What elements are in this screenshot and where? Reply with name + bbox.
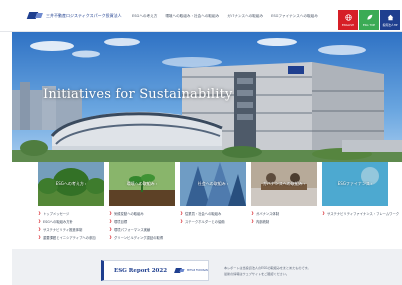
arrow-right-icon: ❯ xyxy=(109,235,113,239)
hero-banner: Initiatives for Sustainability xyxy=(12,32,402,162)
site-header: 三井不動産ロジスティクスパーク投資法人 ESGへの考え方 環境への取組み・社会へ… xyxy=(0,0,402,32)
card-link[interactable]: ❯ ステークホルダーとの協働 xyxy=(180,217,256,225)
card-link[interactable]: ❯ サステナビリティ推進体制 xyxy=(38,225,114,233)
arrow-right-icon: ❯ xyxy=(38,227,42,231)
globe-icon xyxy=(344,13,352,21)
arrow-right-icon: ❯ xyxy=(180,211,184,215)
arrow-right-icon: ❯ xyxy=(322,211,326,215)
hero-title: Initiatives for Sustainability xyxy=(43,87,233,102)
card-link[interactable]: ❯ 従業員・社会への取組み xyxy=(180,209,256,217)
esg-top-button-label: ESG TOP xyxy=(362,22,376,27)
card-link[interactable]: ❯ 気候変動への取組み xyxy=(109,209,185,217)
logo-mark-icon xyxy=(26,12,43,19)
card-title: ESGファイナンス xyxy=(337,181,370,186)
esg-report-link[interactable]: ESG Report 2022 MITSUI FUDOSAN xyxy=(101,260,209,281)
chevron-right-icon: › xyxy=(370,182,373,186)
arrow-right-icon: ❯ xyxy=(109,219,113,223)
nav-item-environment-social[interactable]: 環境への取組み・社会への取組み xyxy=(165,14,219,19)
card-link[interactable]: ❯ 環境目標 xyxy=(109,217,185,225)
chevron-right-icon: › xyxy=(155,182,158,186)
logo-mark-icon xyxy=(174,268,185,273)
arrow-right-icon: ❯ xyxy=(109,211,113,215)
report-logo-text: MITSUI FUDOSAN xyxy=(187,269,208,272)
footer-banner: ESG Report 2022 MITSUI FUDOSAN 本レポートは当投資… xyxy=(12,249,402,285)
card-link[interactable]: ❯ トップメッセージ xyxy=(38,209,114,217)
nav-item-esg-finance[interactable]: ESGファイナンスへの取組み xyxy=(271,14,318,19)
arrow-right-icon: ❯ xyxy=(251,219,255,223)
english-button-label: ENGLISH xyxy=(341,22,355,27)
chevron-right-icon: › xyxy=(303,182,306,186)
site-logo[interactable]: 三井不動産ロジスティクスパーク投資法人 xyxy=(26,12,122,19)
card-title: ガバナンスへの取組み xyxy=(262,181,303,186)
card-link[interactable]: ❯ 重要課題とイニシアティブへの参加 xyxy=(38,233,114,241)
arrow-right-icon: ❯ xyxy=(38,235,42,239)
card-link-list: ❯ 従業員・社会への取組み ❯ ステークホルダーとの協働 xyxy=(180,209,256,225)
global-nav: ESGへの考え方 環境への取組み・社会への取組み ガバナンスへの取組み ESGフ… xyxy=(132,14,318,19)
arrow-right-icon: ❯ xyxy=(251,211,255,215)
card-link-list: ❯ ガバナンス体制 ❯ 内部統制 xyxy=(251,209,327,225)
logo-text: 三井不動産ロジスティクスパーク投資法人 xyxy=(46,12,122,18)
nav-item-esg-approach[interactable]: ESGへの考え方 xyxy=(132,14,157,19)
card-link[interactable]: ❯ 環境パフォーマンス実績 xyxy=(109,225,185,233)
home-button[interactable]: 投資法人HP xyxy=(380,10,400,30)
esg-report-title: ESG Report 2022 xyxy=(114,267,168,274)
nav-item-governance[interactable]: ガバナンスへの取組み xyxy=(227,14,263,19)
card-link[interactable]: ❯ ガバナンス体制 xyxy=(251,209,327,217)
card-title: ESGへの考え方 xyxy=(55,181,84,186)
arrow-right-icon: ❯ xyxy=(180,219,184,223)
card-title: 社会への取組み xyxy=(197,181,226,186)
leaf-icon xyxy=(366,14,372,20)
home-icon xyxy=(387,14,393,20)
footer-note: 本レポートは当投資法人のESGの取組みをまとめたものです。 最新の情報はウェブサ… xyxy=(224,265,354,277)
card-title: 環境への取組み xyxy=(126,181,155,186)
report-logo: MITSUI FUDOSAN xyxy=(174,268,208,273)
arrow-right-icon: ❯ xyxy=(109,227,113,231)
page: 三井不動産ロジスティクスパーク投資法人 ESGへの考え方 環境への取組み・社会へ… xyxy=(0,0,402,285)
english-button[interactable]: ENGLISH xyxy=(338,10,358,30)
card-link[interactable]: ❯ サステナビリティファイナンス・フレームワーク xyxy=(322,209,399,217)
card-link[interactable]: ❯ ESGへの取組み方針 xyxy=(38,217,114,225)
footer-note-line: 最新の情報はウェブサイトをご確認ください。 xyxy=(224,272,289,276)
card-link[interactable]: ❯ グリーンビルディング認証の取得 xyxy=(109,233,185,241)
chevron-right-icon: › xyxy=(226,182,229,186)
card-link[interactable]: ❯ 内部統制 xyxy=(251,217,327,225)
esg-top-button[interactable]: ESG TOP xyxy=(359,10,379,30)
arrow-right-icon: ❯ xyxy=(38,219,42,223)
home-button-label: 投資法人HP xyxy=(382,22,398,27)
card-link-list: ❯ 気候変動への取組み ❯ 環境目標 ❯ 環境パフォーマンス実績 ❯ グリーンビルディン… xyxy=(109,209,185,241)
chevron-right-icon: › xyxy=(84,182,87,186)
card-link-list: ❯ サステナビリティファイナンス・フレームワーク xyxy=(322,209,399,217)
card-link-list: ❯ トップメッセージ ❯ ESGへの取組み方針 ❯ サステナビリティ推進体制 ❯ 重要課… xyxy=(38,209,114,241)
arrow-right-icon: ❯ xyxy=(38,211,42,215)
